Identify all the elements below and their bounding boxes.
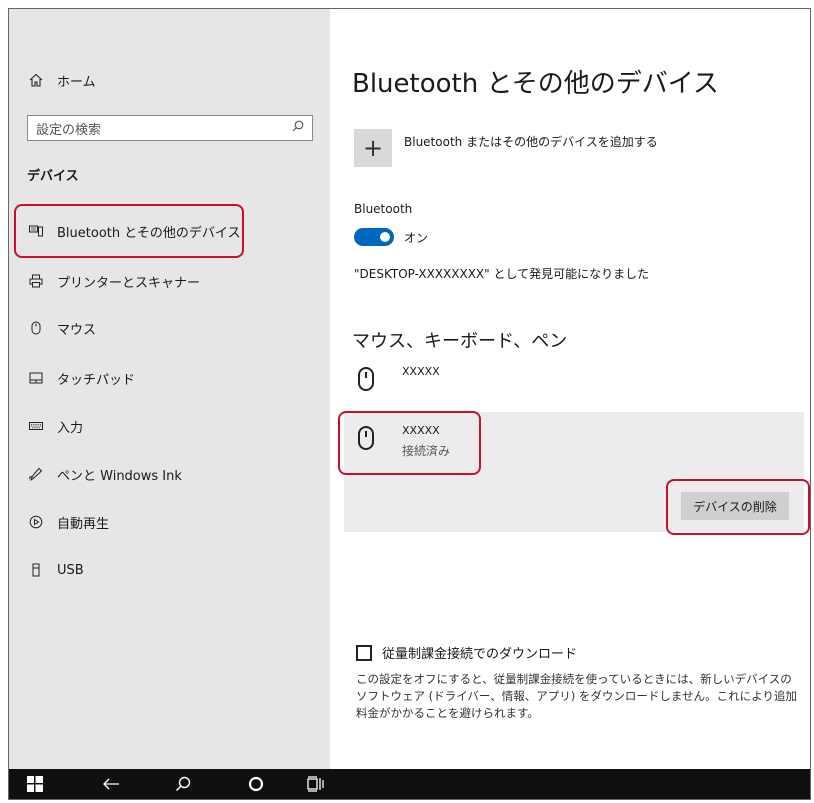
sidebar-item-usb[interactable]: USB <box>27 558 84 582</box>
metered-download-checkbox[interactable] <box>356 645 372 661</box>
sidebar: ホーム 設定の検索 デバイス Bluetooth とその他のデバイス プリンター… <box>9 9 330 771</box>
highlight-device <box>338 411 481 475</box>
back-arrow-icon[interactable] <box>97 769 125 799</box>
section-title-devices: デバイス <box>27 169 79 184</box>
pen-icon <box>27 465 45 483</box>
highlight-sidebar-bluetooth <box>14 204 244 258</box>
main-content: Bluetooth とその他のデバイス + Bluetooth またはその他のデ… <box>330 9 810 771</box>
sidebar-item-mouse[interactable]: マウス <box>27 316 96 340</box>
keyboard-icon <box>27 417 45 435</box>
search-placeholder: 設定の検索 <box>36 122 102 138</box>
page-title: Bluetooth とその他のデバイス <box>352 69 719 99</box>
cortana-icon[interactable] <box>242 769 270 799</box>
search-icon <box>292 120 304 136</box>
mouse-icon <box>358 367 374 391</box>
sidebar-item-label: 自動再生 <box>57 516 110 532</box>
autoplay-icon <box>27 513 45 531</box>
sidebar-item-label: タッチパッド <box>57 372 136 388</box>
bluetooth-toggle-state: オン <box>404 231 429 245</box>
bluetooth-label: Bluetooth <box>354 202 413 216</box>
sidebar-item-label: USB <box>57 562 84 578</box>
windows-start-icon[interactable] <box>23 769 47 799</box>
sidebar-item-touchpad[interactable]: タッチパッド <box>27 366 135 390</box>
task-view-icon[interactable] <box>302 769 330 799</box>
sidebar-item-label: マウス <box>57 322 97 338</box>
usb-icon <box>27 561 45 579</box>
home-icon <box>27 71 45 89</box>
sidebar-item-printers[interactable]: プリンターとスキャナー <box>27 269 200 293</box>
mouse-icon <box>27 319 45 337</box>
metered-download-label[interactable]: 従量制課金接続でのダウンロード <box>382 643 577 662</box>
sidebar-item-home[interactable]: ホーム <box>27 69 96 91</box>
plus-icon: + <box>362 134 384 162</box>
bluetooth-toggle[interactable] <box>354 228 394 246</box>
settings-window: ホーム 設定の検索 デバイス Bluetooth とその他のデバイス プリンター… <box>8 8 811 800</box>
metered-description: この設定をオフにすると、従量制課金接続を使っているときには、新しいデバイスのソフ… <box>356 672 797 720</box>
printer-icon <box>27 272 45 290</box>
sidebar-item-label: ペンと Windows Ink <box>57 468 182 484</box>
taskbar <box>9 769 810 799</box>
add-device-button[interactable]: + <box>354 129 392 167</box>
device-item[interactable]: XXXXX <box>354 363 754 397</box>
highlight-remove-button <box>666 479 810 535</box>
add-device-label[interactable]: Bluetooth またはその他のデバイスを追加する <box>404 133 658 150</box>
sidebar-item-label: ホーム <box>57 74 96 90</box>
sidebar-item-autoplay[interactable]: 自動再生 <box>27 510 109 534</box>
touchpad-icon <box>27 369 45 387</box>
search-input[interactable]: 設定の検索 <box>27 115 313 141</box>
section-heading: マウス、キーボード、ペン <box>352 331 568 352</box>
sidebar-item-label: 入力 <box>57 420 84 436</box>
sidebar-item-pen[interactable]: ペンと Windows Ink <box>27 462 182 486</box>
sidebar-item-input[interactable]: 入力 <box>27 414 83 438</box>
sidebar-item-label: プリンターとスキャナー <box>57 275 201 291</box>
device-name: XXXXX <box>402 365 440 378</box>
search-icon[interactable] <box>169 769 197 799</box>
discoverable-text: "DESKTOP-XXXXXXXX" として発見可能になりました <box>354 267 650 281</box>
